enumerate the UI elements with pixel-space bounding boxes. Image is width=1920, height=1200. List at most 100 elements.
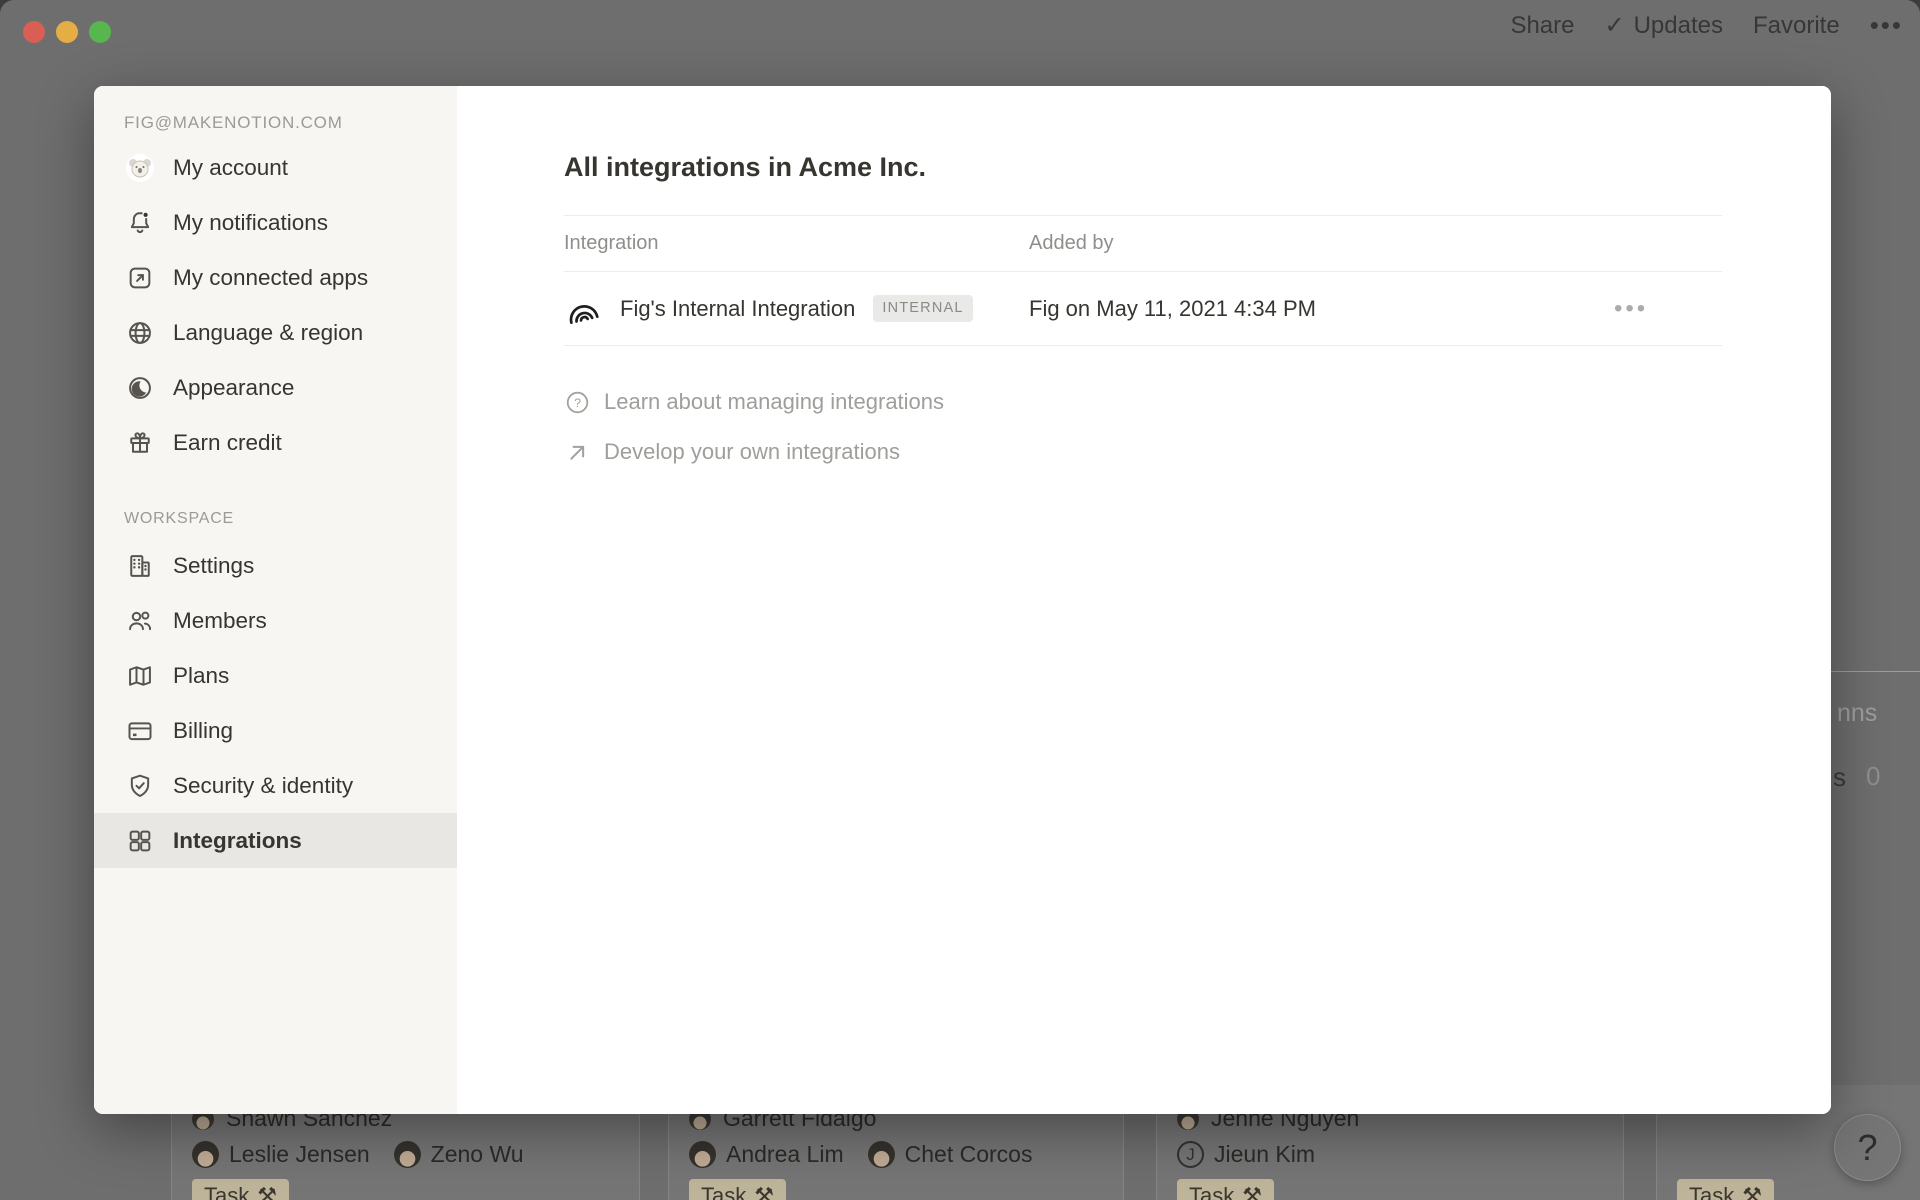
share-label: Share [1510,12,1574,40]
sidebar-item-earn-credit[interactable]: Earn credit [94,415,457,470]
person-name: Leslie Jensen [229,1141,370,1168]
person-name: Chet Corcos [905,1141,1033,1168]
person-name: Zeno Wu [431,1141,524,1168]
person-name: Jieun Kim [1214,1141,1315,1168]
task-label: Task [701,1183,746,1200]
workspace-section-heading: WORKSPACE [124,510,234,528]
integrations-panel: All integrations in Acme Inc. Integratio… [457,86,1831,1114]
favorite-label: Favorite [1753,12,1840,40]
card-people-row: J Jieun Kim [1177,1141,1329,1168]
card-task-row: Task ⚒ [1677,1179,1774,1200]
hammer-icon: ⚒ [1742,1183,1762,1200]
minimize-window-button[interactable] [56,21,78,43]
arrow-up-right-icon [564,439,591,466]
link-label: Develop your own integrations [604,439,900,465]
sidebar-item-my-connected-apps[interactable]: My connected apps [94,250,457,305]
sidebar-item-label: Earn credit [173,430,282,456]
task-badge: Task ⚒ [1677,1179,1774,1200]
sidebar-item-settings[interactable]: Settings [94,538,457,593]
grid-icon [125,826,155,856]
background-count-fragment: 0 [1866,761,1880,792]
person-chip: Andrea Lim [689,1141,844,1168]
sidebar-item-appearance[interactable]: Appearance [94,360,457,415]
check-icon: ✓ [1604,11,1624,40]
sidebar-item-my-notifications[interactable]: My notifications [94,195,457,250]
added-by-value: Fig on May 11, 2021 4:34 PM [1029,296,1316,322]
avatar [192,1141,219,1168]
sidebar-item-billing[interactable]: Billing [94,703,457,758]
link-label: Learn about managing integrations [604,389,944,415]
settings-sidebar: FIG@MAKENOTION.COM M [94,86,457,1114]
hammer-icon: ⚒ [754,1183,774,1200]
develop-integrations-link[interactable]: Develop your own integrations [564,434,900,470]
person-chip: Leslie Jensen [192,1141,370,1168]
task-badge: Task ⚒ [192,1179,289,1200]
task-label: Task [1689,1183,1734,1200]
sidebar-item-label: Appearance [173,375,294,401]
globe-icon [125,318,155,348]
card-task-row: Task ⚒ [1177,1179,1274,1200]
help-button[interactable]: ? [1834,1114,1901,1181]
card-people-row: Leslie Jensen Zeno Wu [192,1141,538,1168]
credit-card-icon [125,716,155,746]
help-circle-icon: ? [564,389,591,416]
sidebar-item-label: My connected apps [173,265,368,291]
question-mark-icon: ? [1857,1127,1877,1169]
bell-icon [125,208,155,238]
avatar [689,1141,716,1168]
sidebar-item-label: Integrations [173,828,302,854]
sidebar-item-language-region[interactable]: Language & region [94,305,457,360]
more-options-button[interactable]: ••• [1870,10,1903,41]
person-name: Andrea Lim [726,1141,844,1168]
settings-modal: FIG@MAKENOTION.COM M [94,86,1831,1114]
account-section: My account My notifications [94,140,457,470]
row-more-options-button[interactable]: ••• [1614,272,1648,346]
page-title: All integrations in Acme Inc. [564,152,926,183]
window-controls [23,21,111,43]
column-header-integration: Integration [564,232,659,255]
background-text-fragment: s [1833,762,1846,793]
sidebar-item-label: My account [173,155,288,181]
arrow-up-right-box-icon [125,263,155,293]
map-icon [125,661,155,691]
table-header: Integration Added by [564,215,1722,272]
integration-name: Fig's Internal Integration [620,296,855,322]
screen: Share ✓ Updates Favorite ••• Shawn Sanch… [0,0,1920,1200]
task-badge: Task ⚒ [689,1179,786,1200]
card-people-row: Andrea Lim Chet Corcos [689,1141,1046,1168]
account-avatar-icon [125,153,155,183]
sidebar-item-plans[interactable]: Plans [94,648,457,703]
moon-circle-icon [125,373,155,403]
close-window-button[interactable] [23,21,45,43]
building-icon [125,551,155,581]
zoom-window-button[interactable] [89,21,111,43]
page-topbar: Share ✓ Updates Favorite ••• [1510,10,1903,41]
shield-check-icon [125,771,155,801]
sidebar-item-members[interactable]: Members [94,593,457,648]
sidebar-item-integrations[interactable]: Integrations [94,813,457,868]
column-header-added-by: Added by [1029,232,1114,255]
sidebar-item-security-identity[interactable]: Security & identity [94,758,457,813]
favorite-button[interactable]: Favorite [1753,12,1840,40]
workspace-section: Settings Members [94,538,457,868]
account-email: FIG@MAKENOTION.COM [124,113,343,133]
updates-button[interactable]: ✓ Updates [1604,11,1723,40]
sidebar-item-my-account[interactable]: My account [94,140,457,195]
background-text-fragment: nns [1837,699,1877,728]
learn-managing-integrations-link[interactable]: ? Learn about managing integrations [564,384,944,420]
gift-icon [125,428,155,458]
sidebar-item-label: Settings [173,553,254,579]
people-icon [125,606,155,636]
avatar [394,1141,421,1168]
task-label: Task [204,1183,249,1200]
internal-badge: INTERNAL [873,295,972,322]
sidebar-item-label: My notifications [173,210,328,236]
sidebar-item-label: Language & region [173,320,363,346]
integration-row[interactable]: Fig's Internal Integration INTERNAL Fig … [564,272,1722,346]
sidebar-item-label: Security & identity [173,773,353,799]
avatar [868,1141,895,1168]
hammer-icon: ⚒ [1242,1183,1262,1200]
share-button[interactable]: Share [1510,12,1574,40]
task-badge: Task ⚒ [1177,1179,1274,1200]
updates-label: Updates [1634,12,1723,40]
